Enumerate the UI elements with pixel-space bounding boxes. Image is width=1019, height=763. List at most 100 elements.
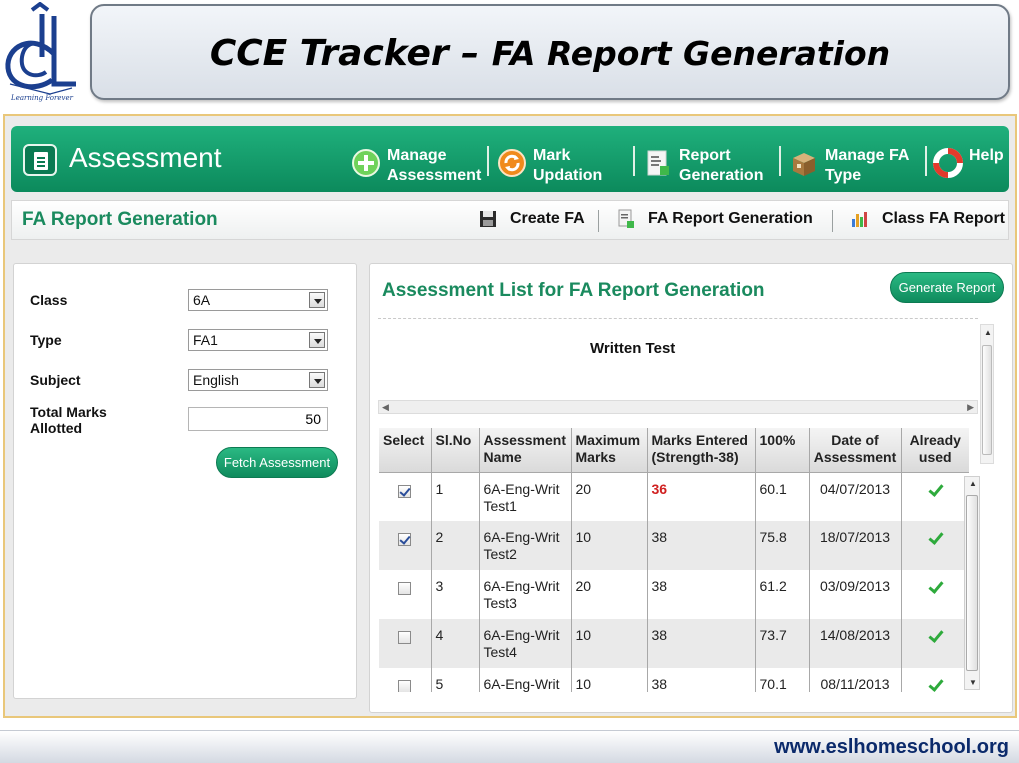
nav-report-generation[interactable]: Report Generation — [643, 146, 763, 186]
max-cell: 20 — [571, 472, 648, 521]
scrollbar-thumb[interactable] — [982, 345, 992, 455]
slide: Learning Forever CCE Tracker – FA Report… — [0, 0, 1019, 763]
table-row[interactable]: 2 6A-Eng-Writ Test2 10 38 75.8 18/07/2013 — [379, 521, 969, 570]
row-select-checkbox[interactable] — [398, 484, 412, 498]
check-icon — [927, 629, 943, 643]
nav-label-line1: Help — [969, 147, 1004, 164]
col-select[interactable]: Select — [379, 428, 432, 473]
type-label: Type — [30, 332, 62, 348]
scroll-right-icon[interactable]: ▶ — [967, 402, 974, 413]
entered-cell: 38 — [647, 570, 756, 619]
col-marks-entered[interactable]: Marks Entered (Strength-38) — [647, 428, 756, 473]
col-percent[interactable]: 100% — [755, 428, 810, 473]
assessment-list-viewport: Assessment List for FA Report Generation… — [370, 264, 1014, 692]
fetch-assessment-button[interactable]: Fetch Assessment — [216, 447, 338, 478]
name-line1: 6A-Eng-Writ — [483, 578, 560, 594]
nav-label-line1: Manage — [387, 147, 447, 164]
app-title: Assessment — [69, 142, 222, 173]
check-icon — [927, 678, 943, 692]
name-line2: Test3 — [483, 595, 517, 611]
nav-manage-assessment[interactable]: Manage Assessment — [351, 146, 481, 186]
scroll-down-icon[interactable]: ▼ — [969, 678, 977, 687]
chevron-down-icon[interactable] — [309, 292, 325, 308]
subject-select-value: English — [193, 372, 239, 388]
nav-label-line2: Updation — [533, 167, 603, 184]
table-row[interactable]: 5 6A-Eng-Writ 10 38 70.1 08/11/2013 — [379, 668, 969, 692]
nav-mark-updation[interactable]: Mark Updation — [497, 146, 602, 186]
row-select-checkbox[interactable] — [398, 533, 412, 546]
assessment-list-title: Assessment List for FA Report Generation — [382, 280, 765, 301]
date-cell: 18/07/2013 — [809, 521, 902, 570]
name-cell: 6A-Eng-Writ Test4 — [479, 619, 572, 668]
total-marks-label: Total Marks Allotted — [30, 404, 107, 436]
sub-header: FA Report Generation Create FA FA Report — [11, 200, 1009, 240]
nav-manage-fa-type[interactable]: Manage FA Type — [789, 146, 909, 186]
assessment-app-icon — [23, 144, 57, 176]
generate-report-button[interactable]: Generate Report — [890, 272, 1004, 303]
nav-help[interactable]: Help — [933, 146, 1004, 178]
scrollbar-thumb[interactable] — [966, 495, 978, 671]
scroll-up-icon[interactable]: ▲ — [984, 328, 992, 337]
table-row[interactable]: 3 6A-Eng-Writ Test3 20 38 61.2 03/09/2013 — [379, 570, 969, 619]
class-select[interactable]: 6A — [188, 289, 328, 311]
scroll-left-icon[interactable]: ◀ — [382, 402, 389, 413]
nav-separator — [487, 146, 489, 176]
document-icon — [618, 209, 634, 228]
slide-title: CCE Tracker – FA Report Generation — [92, 33, 1008, 74]
subject-select[interactable]: English — [188, 369, 328, 391]
chevron-down-icon[interactable] — [309, 372, 325, 388]
table-scrollbar[interactable]: ▲ ▼ — [964, 476, 980, 690]
table-row[interactable]: 4 6A-Eng-Writ Test4 10 38 73.7 14/08/2013 — [379, 619, 969, 668]
chevron-down-icon[interactable] — [309, 332, 325, 348]
col-entered-line2: (Strength-38) — [651, 449, 739, 465]
scroll-up-icon[interactable]: ▲ — [969, 479, 977, 488]
class-select-value: 6A — [193, 292, 211, 308]
percent-cell: 60.1 — [755, 472, 810, 521]
max-cell: 10 — [571, 521, 648, 570]
type-select[interactable]: FA1 — [188, 329, 328, 351]
max-cell: 10 — [571, 668, 648, 692]
create-fa-label: Create FA — [510, 210, 585, 227]
entered-cell: 38 — [647, 619, 756, 668]
select-cell — [379, 570, 432, 619]
class-fa-report-link[interactable]: Class FA Report — [850, 209, 1005, 229]
nav-label-line2: Type — [825, 167, 862, 184]
col-name-line2: Name — [483, 449, 522, 465]
col-max-line1: Maximum — [575, 432, 641, 448]
col-max-line2: Marks — [575, 449, 616, 465]
entered-cell: 36 — [647, 472, 756, 521]
percent-cell: 73.7 — [755, 619, 810, 668]
horizontal-scrollbar[interactable]: ◀ ▶ — [378, 400, 978, 414]
col-already-used[interactable]: Already used — [901, 428, 969, 473]
check-icon — [927, 531, 943, 545]
subject-label: Subject — [30, 372, 81, 388]
col-entered-line1: Marks Entered — [651, 432, 748, 448]
name-cell: 6A-Eng-Writ Test2 — [479, 521, 572, 570]
date-cell: 03/09/2013 — [809, 570, 902, 619]
nav-label-line2: Generation — [679, 167, 764, 184]
title-banner: CCE Tracker – FA Report Generation — [90, 4, 1010, 100]
filter-panel: Class 6A Type FA1 Subject English Total … — [13, 263, 357, 699]
class-label: Class — [30, 292, 68, 308]
name-line1: 6A-Eng-Writ — [483, 627, 560, 643]
slno-cell: 5 — [431, 668, 480, 692]
create-fa-link[interactable]: Create FA — [478, 209, 585, 229]
page-title: FA Report Generation — [22, 209, 218, 230]
col-slno[interactable]: Sl.No — [431, 428, 480, 473]
row-select-checkbox[interactable] — [398, 582, 412, 595]
row-select-checkbox[interactable] — [398, 631, 412, 644]
slno-cell: 4 — [431, 619, 480, 668]
table-row[interactable]: 1 6A-Eng-Writ Test1 20 36 60.1 04/07/2013 — [379, 472, 969, 521]
row-select-checkbox[interactable] — [398, 680, 412, 692]
nav-label-line1: Mark — [533, 147, 571, 164]
type-select-value: FA1 — [193, 332, 218, 348]
school-logo-icon — [5, 2, 76, 95]
col-assessment-name[interactable]: Assessment Name — [479, 428, 572, 473]
save-icon — [480, 211, 496, 227]
app-header: Assessment Manage Assessment Mark Updati… — [11, 126, 1009, 192]
col-maximum-marks[interactable]: Maximum Marks — [571, 428, 648, 473]
total-marks-input[interactable]: 50 — [188, 407, 328, 431]
fa-report-generation-link[interactable]: FA Report Generation — [616, 209, 813, 229]
col-date[interactable]: Date of Assessment — [809, 428, 902, 473]
group-scrollbar[interactable]: ▲ — [980, 324, 994, 464]
